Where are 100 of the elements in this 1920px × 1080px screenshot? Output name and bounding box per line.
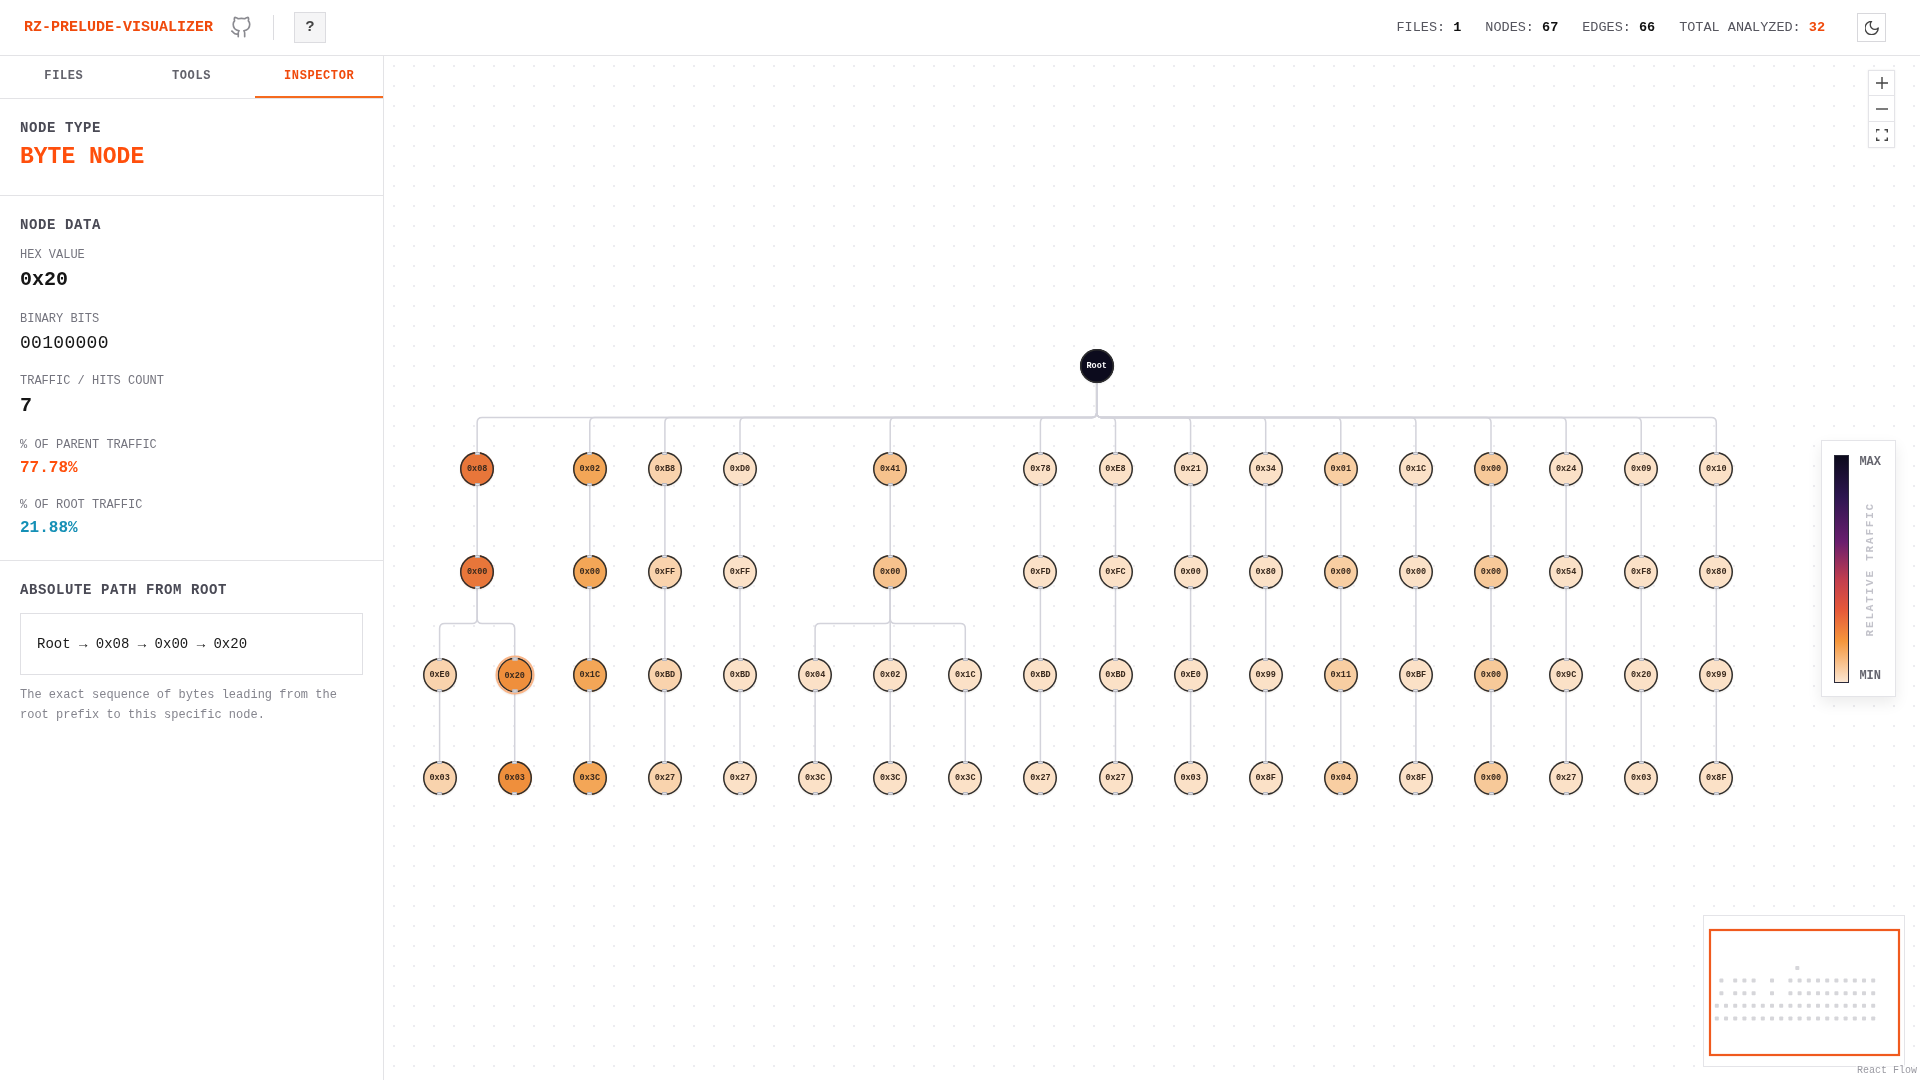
- graph-node[interactable]: 0x10: [1699, 452, 1734, 486]
- graph-node[interactable]: 0xBD: [723, 658, 757, 692]
- fit-view-icon: [1875, 128, 1888, 141]
- edge-connector: [1039, 485, 1042, 556]
- graph-node[interactable]: 0xE8: [1098, 452, 1133, 486]
- section-heading: ABSOLUTE PATH FROM ROOT: [20, 582, 229, 598]
- graph-node[interactable]: 0x00: [1474, 658, 1508, 692]
- graph-node[interactable]: 0x00: [1474, 761, 1508, 795]
- zoom-in-button[interactable]: [1868, 70, 1895, 96]
- graph-node[interactable]: 0x8F: [1699, 761, 1734, 795]
- edge-connector: [814, 691, 816, 762]
- graph-node[interactable]: 0xFF: [723, 555, 757, 589]
- graph-node[interactable]: 0x78: [1023, 452, 1058, 486]
- root-node[interactable]: Root: [1079, 349, 1114, 383]
- graph-node[interactable]: 0x24: [1549, 452, 1584, 486]
- edge-connector: [1640, 588, 1642, 659]
- graph-node[interactable]: 0x00: [1474, 555, 1508, 589]
- graph-node[interactable]: 0x34: [1248, 452, 1283, 486]
- graph-node[interactable]: 0x1C: [1398, 452, 1433, 486]
- graph-node[interactable]: 0x04: [798, 658, 833, 692]
- section-heading: NODE DATA: [20, 217, 102, 233]
- graph-node[interactable]: 0x27: [647, 761, 682, 795]
- graph-node[interactable]: 0xBF: [1398, 658, 1433, 692]
- graph-node[interactable]: 0x21: [1173, 452, 1208, 486]
- graph-node[interactable]: 0x03: [1624, 761, 1659, 795]
- edge-connector: [1640, 485, 1642, 556]
- graph-node[interactable]: 0xF8: [1624, 555, 1659, 589]
- edge-connector: [1039, 691, 1042, 762]
- edge-connector: [889, 485, 891, 556]
- graph-node[interactable]: 0x20: [495, 655, 535, 695]
- zoom-out-button[interactable]: [1868, 96, 1895, 122]
- graph-node[interactable]: 0x00: [572, 555, 607, 589]
- graph-node[interactable]: 0x3C: [798, 761, 833, 795]
- graph-node[interactable]: 0xFC: [1098, 555, 1133, 589]
- field-value: 00100000: [20, 332, 110, 354]
- help-button[interactable]: ?: [294, 12, 327, 43]
- graph-node[interactable]: 0xFD: [1023, 555, 1058, 589]
- graph-node[interactable]: 0x02: [572, 452, 607, 486]
- graph-node[interactable]: 0x54: [1549, 555, 1584, 589]
- edge-connector: [1415, 485, 1417, 556]
- graph-node[interactable]: 0x27: [723, 761, 757, 795]
- graph-node[interactable]: 0x27: [1098, 761, 1133, 795]
- theme-toggle-button[interactable]: [1857, 13, 1886, 42]
- graph-node[interactable]: 0x27: [1549, 761, 1584, 795]
- graph-node[interactable]: 0x00: [1398, 555, 1433, 589]
- graph-node[interactable]: 0x20: [1624, 658, 1659, 692]
- graph-node[interactable]: 0x8F: [1248, 761, 1283, 795]
- field-label: TRAFFIC / HITS COUNT: [20, 374, 166, 388]
- graph-node[interactable]: 0x80: [1699, 555, 1734, 589]
- graph-node[interactable]: 0x09: [1624, 452, 1659, 486]
- graph-node[interactable]: 0x3C: [572, 761, 607, 795]
- edge-connector: [1264, 691, 1267, 762]
- graph-node[interactable]: 0x11: [1323, 658, 1358, 692]
- graph-node[interactable]: 0x27: [1023, 761, 1058, 795]
- sidebar-tab[interactable]: FILES: [0, 56, 128, 98]
- field-value: 77.78%: [20, 458, 79, 478]
- edge-connector: [476, 485, 478, 556]
- graph-node[interactable]: 0xBD: [1098, 658, 1133, 692]
- graph-node[interactable]: 0x04: [1323, 761, 1358, 795]
- edge-connector: [1114, 691, 1117, 762]
- minimap[interactable]: [1703, 915, 1905, 1067]
- graph-node[interactable]: 0x00: [873, 555, 908, 589]
- edge-connector: [1565, 588, 1567, 659]
- graph-node[interactable]: 0x1C: [572, 658, 607, 692]
- sidebar-tab[interactable]: TOOLS: [127, 56, 256, 98]
- graph-node[interactable]: 0x00: [1173, 555, 1208, 589]
- graph-node[interactable]: 0x03: [422, 761, 457, 795]
- graph-node[interactable]: 0x08: [460, 452, 495, 486]
- graph-node[interactable]: 0xB8: [647, 452, 682, 486]
- graph-node[interactable]: 0xBD: [1023, 658, 1058, 692]
- graph-node[interactable]: 0x01: [1323, 452, 1358, 486]
- header-stat: EDGES: 66: [1582, 20, 1656, 35]
- edge-connector: [589, 485, 591, 556]
- path-sequence: Root → 0x08 → 0x00 → 0x20: [20, 613, 363, 675]
- graph-node[interactable]: 0x1C: [948, 658, 983, 692]
- graph-node[interactable]: 0x8F: [1398, 761, 1433, 795]
- graph-node[interactable]: 0xBD: [647, 658, 682, 692]
- graph-node[interactable]: 0x3C: [948, 761, 983, 795]
- graph-node[interactable]: 0x3C: [873, 761, 908, 795]
- graph-node[interactable]: 0xE0: [1173, 658, 1208, 692]
- graph-node[interactable]: 0x02: [873, 658, 908, 692]
- legend-max-label: MAX: [1859, 455, 1881, 469]
- fit-view-button[interactable]: [1868, 122, 1895, 148]
- github-icon[interactable]: [230, 16, 253, 39]
- graph-node[interactable]: 0x00: [1474, 452, 1508, 486]
- graph-node[interactable]: 0xE0: [422, 658, 457, 692]
- edge-connector: [964, 691, 967, 762]
- graph-node[interactable]: 0x00: [460, 555, 495, 589]
- edge-connector: [739, 691, 741, 762]
- graph-node[interactable]: 0x99: [1699, 658, 1734, 692]
- node-type-value: BYTE NODE: [20, 143, 146, 171]
- graph-node[interactable]: 0xD0: [723, 452, 757, 486]
- graph-node[interactable]: 0x9C: [1549, 658, 1584, 692]
- graph-node[interactable]: 0xFF: [647, 555, 682, 589]
- graph-node[interactable]: 0x41: [873, 452, 908, 486]
- graph-node[interactable]: 0x03: [497, 761, 532, 795]
- graph-node[interactable]: 0x80: [1248, 555, 1283, 589]
- graph-node[interactable]: 0x99: [1248, 658, 1283, 692]
- graph-node[interactable]: 0x00: [1323, 555, 1358, 589]
- graph-node[interactable]: 0x03: [1173, 761, 1208, 795]
